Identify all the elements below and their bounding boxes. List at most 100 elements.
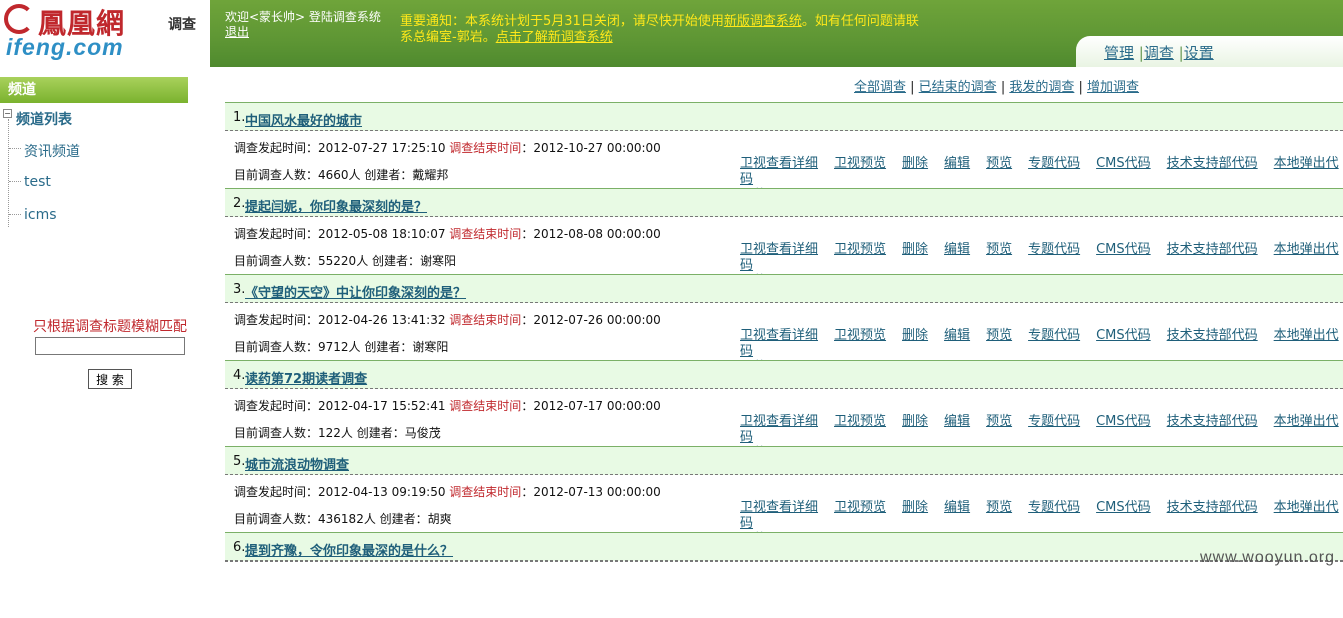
count-label: 目前调查人数： — [234, 426, 319, 440]
tech-code-link[interactable]: 技术支持部代码 — [1167, 242, 1258, 257]
preview-link[interactable]: 预览 — [986, 242, 1012, 257]
cms-code-link[interactable]: CMS代码 — [1096, 500, 1151, 515]
search-button[interactable]: 搜 索 — [88, 369, 132, 389]
tab-survey[interactable]: 调查 — [1144, 44, 1174, 62]
new-system-link[interactable]: 新版调查系统 — [724, 14, 802, 29]
view-detail-link[interactable]: 卫视查看详细 — [740, 500, 818, 515]
start-time-label: 调查发起时间： — [234, 485, 319, 499]
my-surveys-link[interactable]: 我发的调查 — [1009, 80, 1074, 95]
creator-label: 创建者： — [364, 340, 413, 354]
preview-tv-link[interactable]: 卫视预览 — [834, 414, 886, 429]
count-label: 目前调查人数： — [234, 254, 319, 268]
sidebar-item-test[interactable]: test — [9, 174, 51, 190]
end-time-label: 调查结束时间 — [449, 141, 522, 155]
survey-title-link[interactable]: 提到齐豫，令你印象最深的是什么？ — [245, 540, 453, 559]
delete-link[interactable]: 删除 — [902, 328, 928, 343]
tech-code-link[interactable]: 技术支持部代码 — [1167, 414, 1258, 429]
end-time-label: 调查结束时间 — [449, 399, 522, 413]
delete-link[interactable]: 删除 — [902, 242, 928, 257]
survey-time-line: 调查发起时间：2012-07-27 17:25:10 调查结束时间：2012-1… — [234, 139, 661, 156]
preview-link[interactable]: 预览 — [986, 156, 1012, 171]
edit-link[interactable]: 编辑 — [944, 500, 970, 515]
cms-code-link[interactable]: CMS代码 — [1096, 156, 1151, 171]
edit-link[interactable]: 编辑 — [944, 414, 970, 429]
survey-time-line: 调查发起时间：2012-04-17 15:52:41 调查结束时间：2012-0… — [234, 397, 661, 414]
view-detail-link[interactable]: 卫视查看详细 — [740, 328, 818, 343]
logo-english: ifeng.com — [6, 34, 124, 60]
creator-label: 创建者： — [379, 512, 428, 526]
survey-title-link[interactable]: 提起闫妮，你印象最深刻的是？ — [245, 196, 427, 215]
cms-code-link[interactable]: CMS代码 — [1096, 242, 1151, 257]
topic-code-link[interactable]: 专题代码 — [1028, 414, 1080, 429]
survey-item: 2. 提起闫妮，你印象最深刻的是？ 调查发起时间：2012-05-08 18:10:… — [225, 188, 1343, 289]
survey-title-link[interactable]: 中国风水最好的城市 — [245, 110, 362, 129]
colon: ： — [521, 399, 534, 413]
preview-tv-link[interactable]: 卫视预览 — [834, 328, 886, 343]
tab-manage[interactable]: 管理 — [1104, 44, 1134, 62]
topic-code-link[interactable]: 专题代码 — [1028, 500, 1080, 515]
creator-value: 谢寒阳 — [412, 340, 449, 354]
ended-surveys-link[interactable]: 已结束的调查 — [919, 80, 997, 95]
sidebar-item-icms[interactable]: icms — [9, 207, 57, 223]
sidebar-item-news[interactable]: 资讯频道 — [9, 141, 80, 161]
delete-link[interactable]: 删除 — [902, 500, 928, 515]
tree-root-label[interactable]: 频道列表 — [16, 109, 72, 129]
survey-list: 1. 中国风水最好的城市调查发起时间：2012-07-27 17:25:10 调查… — [225, 102, 1343, 618]
start-time-value: 2012-05-08 18:10:07 — [318, 227, 446, 241]
cms-code-link[interactable]: CMS代码 — [1096, 414, 1151, 429]
tech-code-link[interactable]: 技术支持部代码 — [1167, 156, 1258, 171]
survey-info: 调查发起时间：2012-07-27 17:25:10 调查结束时间：2012-1… — [225, 131, 1343, 203]
edit-link[interactable]: 编辑 — [944, 242, 970, 257]
edit-link[interactable]: 编辑 — [944, 328, 970, 343]
cms-code-link[interactable]: CMS代码 — [1096, 328, 1151, 343]
preview-link[interactable]: 预览 — [986, 414, 1012, 429]
logout-link[interactable]: 退出 — [225, 25, 249, 39]
tree-connector — [8, 119, 9, 227]
topic-code-link[interactable]: 专题代码 — [1028, 242, 1080, 257]
survey-info: 调查发起时间：2012-04-17 15:52:41 调查结束时间：2012-0… — [225, 389, 1343, 461]
learn-new-system-link[interactable]: 点击了解新调查系统 — [496, 30, 613, 45]
preview-link[interactable]: 预览 — [986, 328, 1012, 343]
survey-count-line: 目前调查人数：436182人 创建者：胡爽 — [234, 510, 452, 527]
tech-code-link[interactable]: 技术支持部代码 — [1167, 328, 1258, 343]
survey-count-line: 目前调查人数：4660人 创建者：戴耀邦 — [234, 166, 448, 183]
end-time-value: 2012-08-08 00:00:00 — [533, 227, 661, 241]
survey-number: 1. — [233, 110, 246, 125]
delete-link[interactable]: 删除 — [902, 414, 928, 429]
preview-link[interactable]: 预览 — [986, 500, 1012, 515]
topic-code-link[interactable]: 专题代码 — [1028, 156, 1080, 171]
view-detail-link[interactable]: 卫视查看详细 — [740, 242, 818, 257]
end-time-label: 调查结束时间 — [449, 313, 522, 327]
filter-links: 全部调查 | 已结束的调查 | 我发的调查 | 增加调查 — [854, 80, 1140, 95]
header-bar: 鳳凰網 调查 ifeng.com 欢迎<蒙长帅> 登陆调查系统 退出 重要通知：… — [0, 0, 1343, 67]
view-detail-link[interactable]: 卫视查看详细 — [740, 414, 818, 429]
delete-link[interactable]: 删除 — [902, 156, 928, 171]
tab-settings[interactable]: 设置 — [1184, 44, 1214, 62]
survey-item: 4. 读药第72期读者调查 调查发起时间：2012-04-17 15:52:41 调… — [225, 360, 1343, 461]
survey-time-line: 调查发起时间：2012-05-08 18:10:07 调查结束时间：2012-0… — [234, 225, 661, 242]
survey-title-row: 1. 中国风水最好的城市 — [225, 102, 1343, 131]
colon: ： — [521, 141, 534, 155]
phoenix-swirl-icon — [4, 4, 34, 34]
tree-collapse-icon[interactable]: − — [3, 109, 12, 118]
edit-link[interactable]: 编辑 — [944, 156, 970, 171]
end-time-value: 2012-10-27 00:00:00 — [533, 141, 661, 155]
start-time-label: 调查发起时间： — [234, 227, 319, 241]
add-survey-link[interactable]: 增加调查 — [1087, 80, 1139, 95]
all-surveys-link[interactable]: 全部调查 — [854, 80, 906, 95]
survey-title-link[interactable]: 城市流浪动物调查 — [245, 454, 349, 473]
survey-number: 3. — [233, 282, 246, 297]
preview-tv-link[interactable]: 卫视预览 — [834, 500, 886, 515]
survey-title-link[interactable]: 《守望的天空》中让你印象深刻的是？ — [245, 282, 466, 301]
preview-tv-link[interactable]: 卫视预览 — [834, 242, 886, 257]
survey-item: 3. 《守望的天空》中让你印象深刻的是？ 调查发起时间：2012-04-26 13:… — [225, 274, 1343, 375]
tech-code-link[interactable]: 技术支持部代码 — [1167, 500, 1258, 515]
survey-count-line: 目前调查人数：55220人 创建者：谢寒阳 — [234, 252, 456, 269]
preview-tv-link[interactable]: 卫视预览 — [834, 156, 886, 171]
view-detail-link[interactable]: 卫视查看详细 — [740, 156, 818, 171]
search-input[interactable] — [35, 337, 185, 355]
survey-count-line: 目前调查人数：9712人 创建者：谢寒阳 — [234, 338, 448, 355]
count-label: 目前调查人数： — [234, 168, 319, 182]
survey-title-link[interactable]: 读药第72期读者调查 — [245, 368, 367, 387]
topic-code-link[interactable]: 专题代码 — [1028, 328, 1080, 343]
